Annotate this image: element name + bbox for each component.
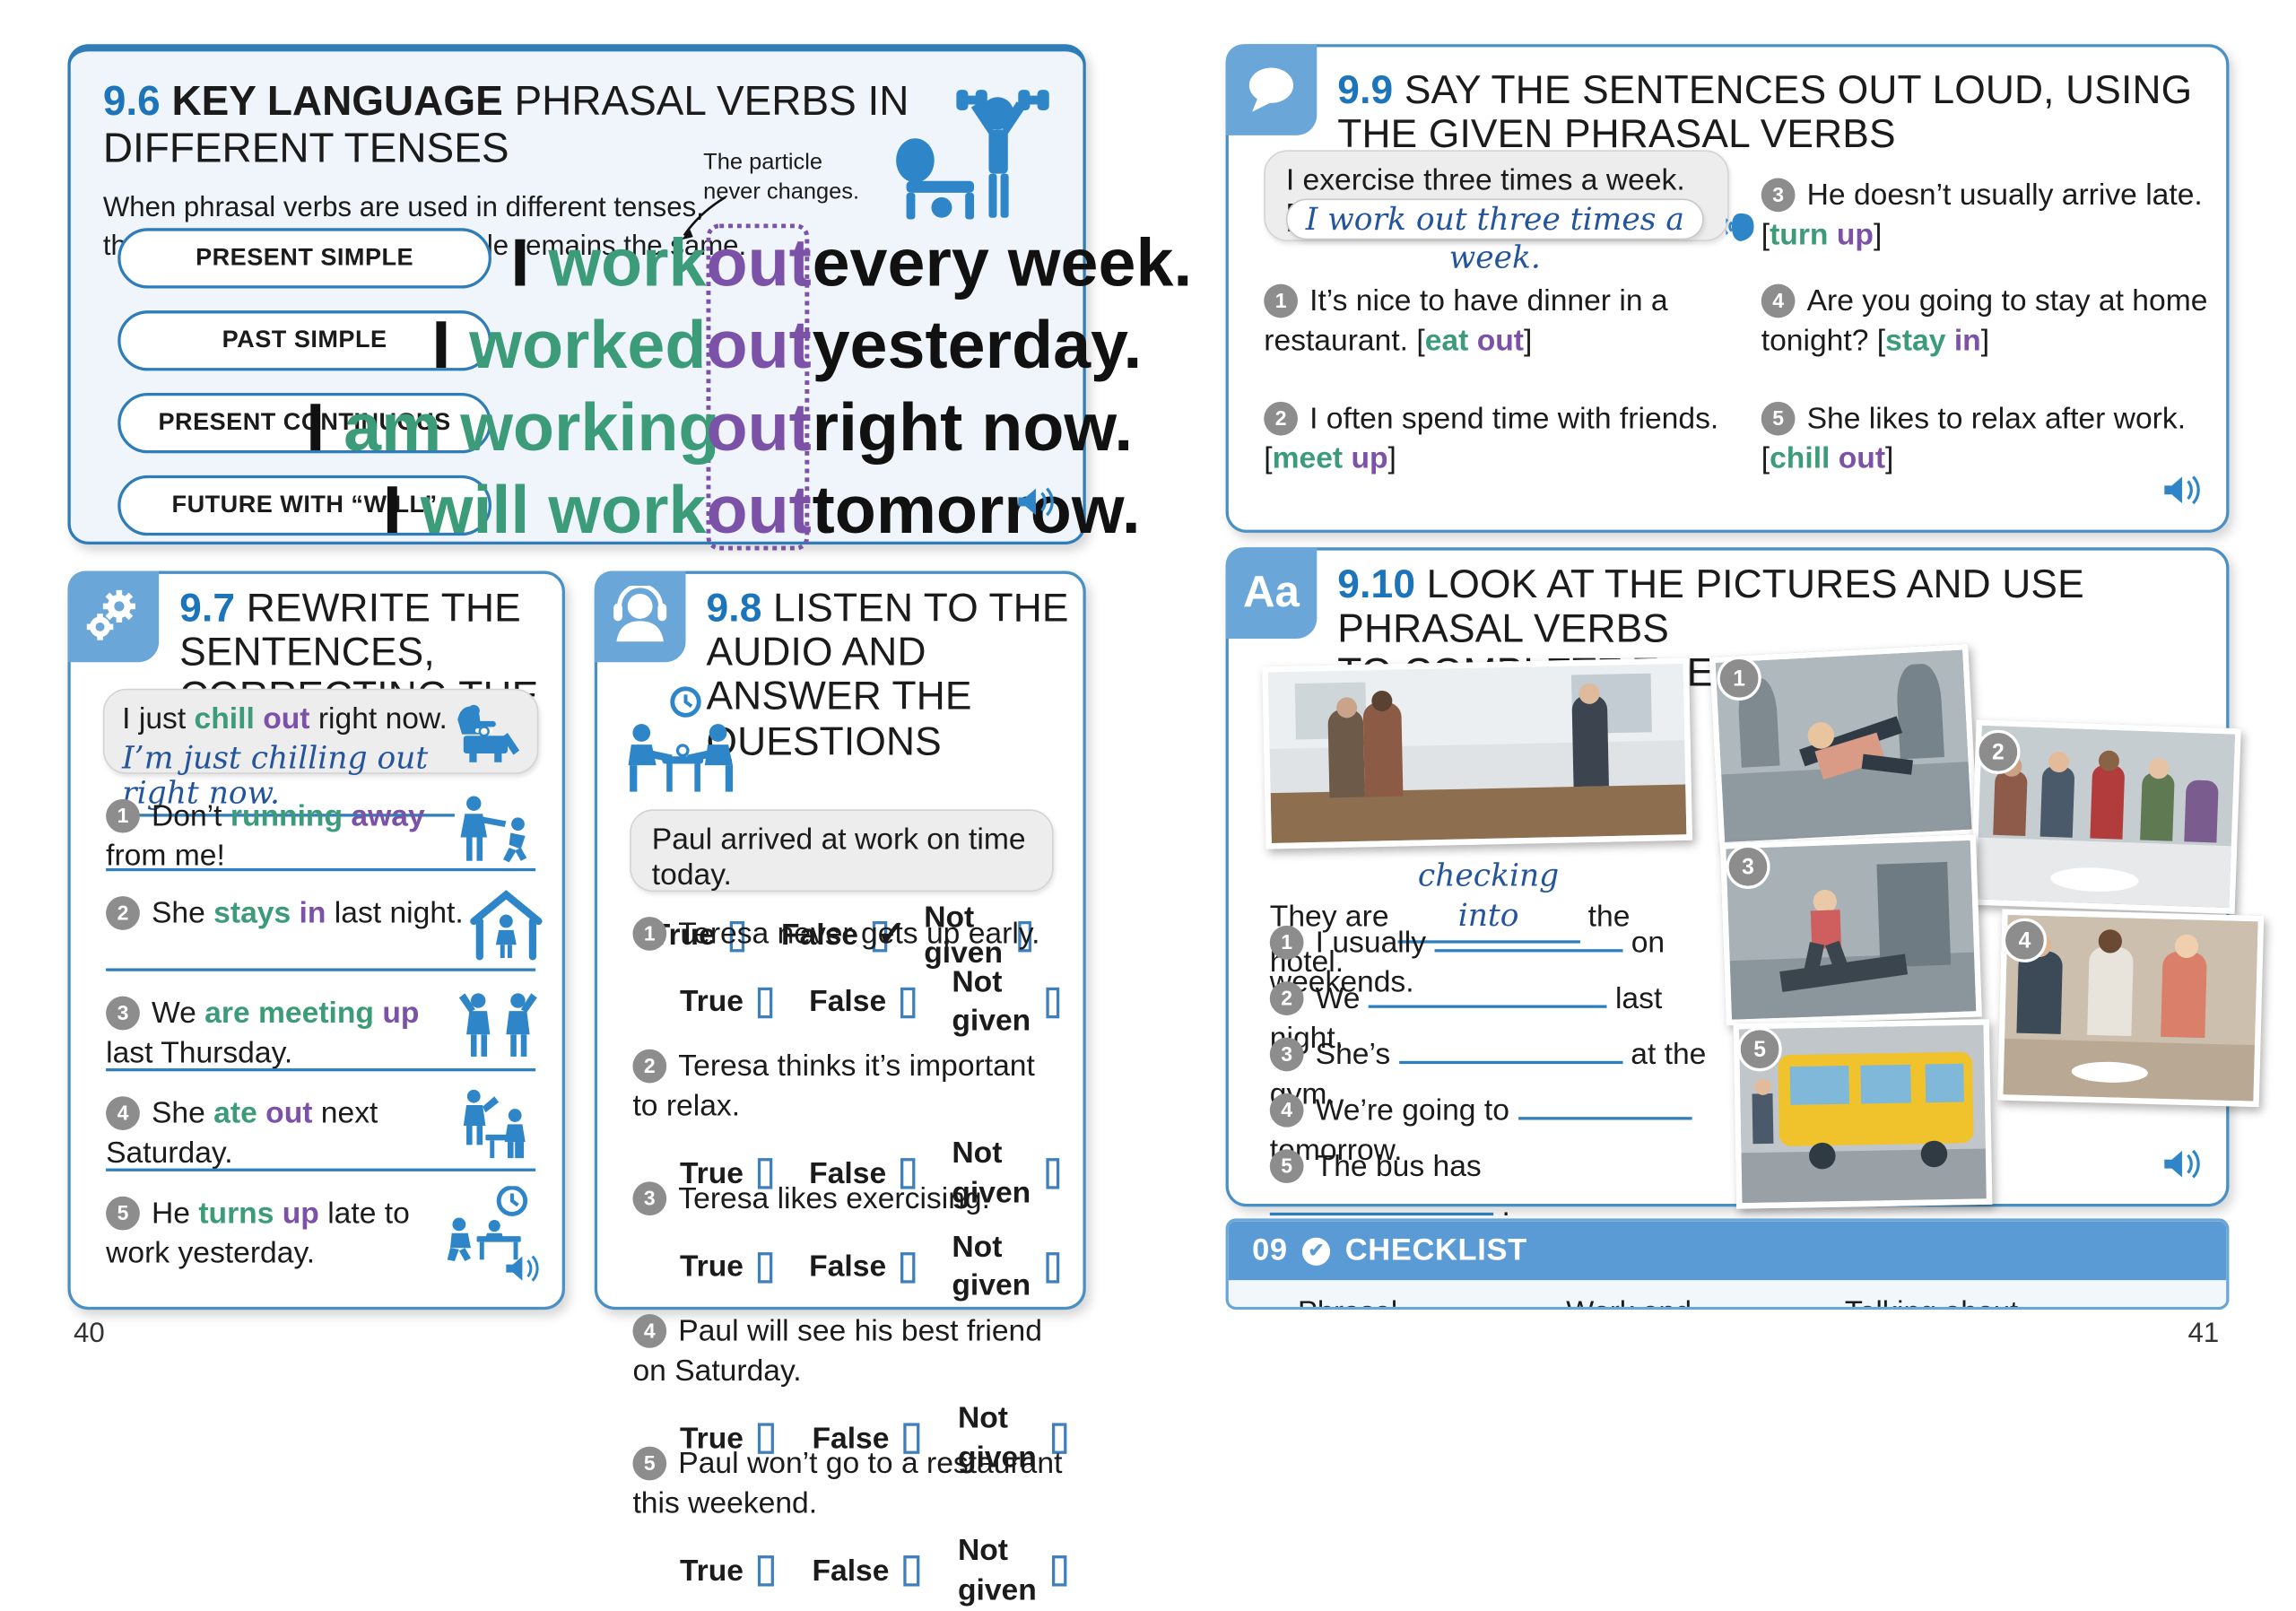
checklist-item-phrasal-verbs: Phrasal verbs [1252, 1296, 1445, 1306]
two-people-coffee-table-clock-icon [618, 686, 747, 808]
photo-badge-3: 3 [1726, 844, 1770, 889]
rest-future-will: tomorrow. [812, 470, 1141, 548]
photo-badge-1: 1 [1717, 656, 1761, 701]
photo-badge-5: 5 [1737, 1027, 1782, 1072]
page-number-right: 41 [2187, 1318, 2220, 1350]
exercise-9-7-item-5: 5 He turns up late to work yesterday. [106, 1196, 410, 1270]
answer-line-9-10-5[interactable] [1269, 1212, 1494, 1215]
checkbox-true[interactable] [758, 1555, 774, 1588]
checklist-label: Phrasal verbs [1298, 1296, 1409, 1306]
rest-present-continuous: right now. [812, 388, 1134, 466]
person-relaxing-armchair-icon [448, 699, 525, 771]
exercise-9-9-item-5: 5 She likes to relax after work. [chill o… [1761, 401, 2187, 475]
exercise-9-9-title: 9.9 SAY THE SENTENCES OUT LOUD, USING TH… [1337, 67, 2193, 157]
exercise-9-7-item-2: 2 She stays in last night. [106, 894, 474, 934]
exercise-9-8-title: 9.8 LISTEN TO THE AUDIO AND ANSWER THE Q… [706, 585, 1069, 763]
exercise-9-9-item-1: 1 It’s nice to have dinner in a restauran… [1264, 283, 1668, 358]
panel-exercise-9-10: Aa 9.10 LOOK AT THE PICTURES AND USE PHR… [1225, 547, 2265, 1223]
panel-exercise-9-7: 9.7 REWRITE THE SENTENCES, CORRECTING TH… [67, 570, 565, 1311]
checkbox-false[interactable] [903, 1555, 920, 1588]
exercise-9-9-header: 9.9 SAY THE SENTENCES OUT LOUD, USING TH… [1225, 44, 2226, 157]
exercise-9-9-item-3: 3 He doesn’t usually arrive late. [turn u… [1761, 177, 2203, 251]
checkbox-not-given[interactable] [1045, 1251, 1060, 1284]
checkbox-not-given[interactable] [1051, 1555, 1067, 1588]
sentence-row-present-continuous: I am working [306, 388, 720, 466]
rest-present-simple: every week. [812, 223, 1193, 300]
checkbox-false[interactable] [900, 1251, 916, 1284]
example-statement: Paul arrived at work on time today. [651, 823, 1026, 893]
hotel-reception-check-in-photo [1262, 657, 1693, 849]
exercise-9-8-item-5: 5 Paul won’t go to a restaurant this week… [632, 1445, 1067, 1611]
checkbox-true[interactable] [758, 987, 772, 1018]
textbook-spread: 9.6 KEY LANGUAGE PHRASAL VERBS IN DIFFER… [0, 0, 2295, 1607]
checklist-title: CHECKLIST [1344, 1232, 1527, 1267]
example-answer-bubble: I work out three times a week. [1285, 198, 1704, 275]
checklist-item-everyday-activities: Talking about everyday activities [1802, 1296, 2150, 1306]
woman-in-house-icon [465, 886, 547, 971]
answer-line-9-10-2[interactable] [1368, 1005, 1607, 1008]
waiter-restaurant-table-icon [448, 1086, 539, 1171]
gears-icon [67, 570, 160, 663]
particle-past-simple: out [706, 306, 812, 383]
checklist-label: Work and leisure [1566, 1296, 1697, 1306]
particle-future-will: out [706, 470, 812, 548]
exercise-9-7-item-4: 4 She ate out next Saturday. [106, 1095, 378, 1170]
exercise-9-9-example: I exercise three times a week. [work out… [1264, 150, 1729, 275]
headphones-icon [594, 570, 686, 663]
checklist-label: Talking about everyday activities [1845, 1296, 2114, 1306]
exercise-9-9-item-4: 4 Are you going to stay at home tonight? … [1761, 283, 2208, 358]
exercise-9-7-item-1: 1 Don’t running away from me! [106, 798, 425, 873]
answer-line-9-7-3[interactable] [106, 1068, 536, 1072]
unit-checklist: 09 ✔ CHECKLIST Phrasal verbs Aa Work and… [1225, 1218, 2230, 1311]
answer-line-9-7-1[interactable] [106, 867, 536, 872]
two-people-waving-icon [457, 988, 542, 1067]
woman-pointing-child-running-icon [453, 792, 538, 873]
checkbox-true[interactable] [758, 1251, 772, 1284]
answer-options-3: True False Not given [680, 1228, 1060, 1306]
rest-past-simple: yesterday. [812, 306, 1143, 383]
checkbox-not-given[interactable] [1045, 987, 1060, 1018]
answer-line-9-7-2[interactable] [106, 968, 536, 971]
speech-bubble-icon [1225, 44, 1318, 135]
particle-present-continuous: out [706, 388, 812, 466]
exercise-9-9-item-2: 2I often spend time with friends. [meet … [1264, 401, 1719, 475]
sentence-row-future-will: I will work [382, 470, 707, 548]
panel-exercise-9-8: 9.8 LISTEN TO THE AUDIO AND ANSWER THE Q… [594, 570, 1086, 1607]
sentence-row-past-simple: I worked [431, 306, 707, 383]
answer-line-9-10-3[interactable] [1398, 1060, 1622, 1065]
panel-exercise-9-9: 9.9 SAY THE SENTENCES OUT LOUD, USING TH… [1225, 44, 2230, 533]
sentence-row-present-simple: I work [510, 223, 707, 300]
photo-badge-2: 2 [1976, 729, 2021, 774]
exercise-9-7-example: I just chill out right now. I’m just chi… [102, 688, 539, 817]
checklist-unit-number: 09 [1252, 1232, 1288, 1267]
checklist-header: 09 ✔ CHECKLIST [1228, 1221, 2227, 1281]
answer-options-5: True False Not given [680, 1532, 1067, 1610]
exercise-9-7-item-3: 3 We are meeting up last Thursday. [106, 995, 420, 1070]
speaker-icon[interactable] [2161, 473, 2203, 516]
speaker-icon[interactable] [1015, 484, 1057, 527]
checklist-item-work-and-leisure: Aa Work and leisure [1515, 1296, 1731, 1306]
key-language-label: KEY LANGUAGE [171, 77, 503, 124]
exercise-9-10-item-5: 5 The bus has . [1269, 1148, 1711, 1226]
photo-badge-4: 4 [2002, 918, 2048, 962]
answer-line-9-10-4[interactable] [1518, 1117, 1692, 1120]
particle-present-simple: out [706, 223, 812, 300]
speaker-icon[interactable] [2161, 1146, 2203, 1189]
exercise-9-8-example: Paul arrived at work on time today. True… [630, 809, 1054, 970]
check-circle-icon: ✔ [1302, 1236, 1331, 1266]
answer-line-9-7-4[interactable] [106, 1168, 536, 1171]
speaker-icon[interactable] [503, 1252, 542, 1292]
answer-line-9-10-1[interactable] [1434, 949, 1623, 953]
panel-key-language-9-6: 9.6 KEY LANGUAGE PHRASAL VERBS IN DIFFER… [67, 44, 1192, 551]
exercise-number: 9.6 [102, 77, 161, 124]
page-number-left: 40 [74, 1318, 105, 1350]
exercise-9-8-item-1: 1 Teresa never gets up early. True False … [632, 915, 1060, 1041]
answer-options-1: True False Not given [680, 963, 1060, 1041]
example-answer: I work out three times a week. [1305, 201, 1684, 275]
gym-workout-icon [883, 69, 1057, 241]
aa-icon: Aa [1225, 547, 1318, 640]
exercise-9-8-item-3: 3 Teresa likes exercising. True False Not… [632, 1180, 1060, 1307]
checkbox-false[interactable] [900, 987, 916, 1018]
checklist-items: Phrasal verbs Aa Work and leisure Talkin… [1228, 1280, 2227, 1307]
